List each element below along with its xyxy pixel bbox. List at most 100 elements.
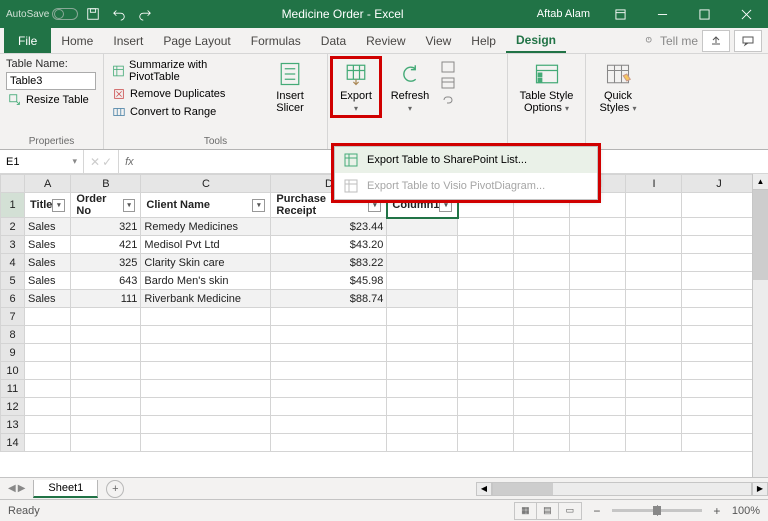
cell-H9[interactable] xyxy=(570,344,626,362)
cell-F4[interactable] xyxy=(458,254,514,272)
cell-A5[interactable]: Sales xyxy=(25,272,71,290)
cell-E13[interactable] xyxy=(387,416,458,434)
fx-label[interactable]: fx xyxy=(119,156,134,168)
cell-G6[interactable] xyxy=(514,290,570,308)
cell-I5[interactable] xyxy=(626,272,682,290)
ribbon-options-icon[interactable] xyxy=(600,0,640,28)
cell-E5[interactable] xyxy=(387,272,458,290)
cell-C11[interactable] xyxy=(141,380,271,398)
row-header-12[interactable]: 12 xyxy=(1,398,25,416)
row-header-3[interactable]: 3 xyxy=(1,236,25,254)
cell-D5[interactable]: $45.98 xyxy=(271,272,387,290)
filter-button[interactable]: ▾ xyxy=(123,199,136,212)
cell-D8[interactable] xyxy=(271,326,387,344)
tab-nav-next-icon[interactable]: ▶ xyxy=(18,483,26,494)
cell-F8[interactable] xyxy=(458,326,514,344)
minimize-icon[interactable] xyxy=(642,0,682,28)
row-header-1[interactable]: 1 xyxy=(1,193,25,218)
comments-button[interactable] xyxy=(734,30,762,52)
cell-B13[interactable] xyxy=(71,416,141,434)
cell-H10[interactable] xyxy=(570,362,626,380)
cell-B10[interactable] xyxy=(71,362,141,380)
cell-B6[interactable]: 111 xyxy=(71,290,141,308)
select-all-corner[interactable] xyxy=(1,175,25,193)
insert-slicer-button[interactable]: Insert Slicer xyxy=(259,58,321,116)
cell-G4[interactable] xyxy=(514,254,570,272)
remove-duplicates-button[interactable]: Remove Duplicates xyxy=(110,86,253,102)
undo-icon[interactable] xyxy=(108,3,130,25)
cell-A10[interactable] xyxy=(25,362,71,380)
spreadsheet-grid[interactable]: ABCDEFGHIJ1Title▾Order No▾Client Name▾Pu… xyxy=(0,174,768,514)
cell-C13[interactable] xyxy=(141,416,271,434)
cell-I10[interactable] xyxy=(626,362,682,380)
filter-button[interactable]: ▾ xyxy=(52,199,65,212)
user-name[interactable]: Aftab Alam xyxy=(529,8,598,20)
cell-G14[interactable] xyxy=(514,434,570,452)
filter-button[interactable]: ▾ xyxy=(439,199,452,212)
menu-page-layout[interactable]: Page Layout xyxy=(153,28,240,53)
tab-nav-prev-icon[interactable]: ◀ xyxy=(8,483,16,494)
cell-E3[interactable] xyxy=(387,236,458,254)
cell-J9[interactable] xyxy=(682,344,756,362)
cell-B7[interactable] xyxy=(71,308,141,326)
cell-E11[interactable] xyxy=(387,380,458,398)
cell-H6[interactable] xyxy=(570,290,626,308)
menu-insert[interactable]: Insert xyxy=(103,28,153,53)
cell-J11[interactable] xyxy=(682,380,756,398)
cell-H12[interactable] xyxy=(570,398,626,416)
sheet-tab-sheet1[interactable]: Sheet1 xyxy=(33,480,98,498)
cell-I8[interactable] xyxy=(626,326,682,344)
cell-A6[interactable]: Sales xyxy=(25,290,71,308)
cell-H7[interactable] xyxy=(570,308,626,326)
row-header-7[interactable]: 7 xyxy=(1,308,25,326)
row-header-14[interactable]: 14 xyxy=(1,434,25,452)
col-header-I[interactable]: I xyxy=(626,175,682,193)
cell-D11[interactable] xyxy=(271,380,387,398)
maximize-icon[interactable] xyxy=(684,0,724,28)
redo-icon[interactable] xyxy=(134,3,156,25)
refresh-button[interactable]: Refresh▾ xyxy=(386,58,434,116)
cell-I9[interactable] xyxy=(626,344,682,362)
zoom-out-button[interactable]: − xyxy=(590,504,604,518)
row-header-8[interactable]: 8 xyxy=(1,326,25,344)
row-header-11[interactable]: 11 xyxy=(1,380,25,398)
cell-J8[interactable] xyxy=(682,326,756,344)
cell-F10[interactable] xyxy=(458,362,514,380)
cell-A11[interactable] xyxy=(25,380,71,398)
cell-B12[interactable] xyxy=(71,398,141,416)
col-header-J[interactable]: J xyxy=(682,175,756,193)
cell-I12[interactable] xyxy=(626,398,682,416)
cell-G9[interactable] xyxy=(514,344,570,362)
cell-G11[interactable] xyxy=(514,380,570,398)
cell-J2[interactable] xyxy=(682,218,756,236)
convert-range-button[interactable]: Convert to Range xyxy=(110,104,253,120)
cell-E7[interactable] xyxy=(387,308,458,326)
cell-F3[interactable] xyxy=(458,236,514,254)
autosave-toggle[interactable]: AutoSave xyxy=(6,8,78,20)
menu-help[interactable]: Help xyxy=(461,28,506,53)
cell-H11[interactable] xyxy=(570,380,626,398)
view-normal-icon[interactable]: ▦ xyxy=(515,503,537,519)
cell-G5[interactable] xyxy=(514,272,570,290)
cell-B1[interactable]: Order No▾ xyxy=(71,193,141,218)
horizontal-scrollbar[interactable]: ◀ ▶ xyxy=(476,482,768,496)
cell-E10[interactable] xyxy=(387,362,458,380)
cell-F14[interactable] xyxy=(458,434,514,452)
cell-J3[interactable] xyxy=(682,236,756,254)
zoom-in-button[interactable]: + xyxy=(710,504,724,518)
cell-E8[interactable] xyxy=(387,326,458,344)
cell-H5[interactable] xyxy=(570,272,626,290)
cell-D13[interactable] xyxy=(271,416,387,434)
unlink-icon[interactable] xyxy=(440,92,456,106)
row-header-10[interactable]: 10 xyxy=(1,362,25,380)
cell-I1[interactable] xyxy=(626,193,682,218)
cell-D7[interactable] xyxy=(271,308,387,326)
cell-G13[interactable] xyxy=(514,416,570,434)
resize-table-button[interactable]: Resize Table xyxy=(6,92,91,108)
cell-A9[interactable] xyxy=(25,344,71,362)
cell-A8[interactable] xyxy=(25,326,71,344)
cell-A4[interactable]: Sales xyxy=(25,254,71,272)
cell-G7[interactable] xyxy=(514,308,570,326)
export-sharepoint-item[interactable]: Export Table to SharePoint List... xyxy=(335,147,597,173)
cell-G3[interactable] xyxy=(514,236,570,254)
